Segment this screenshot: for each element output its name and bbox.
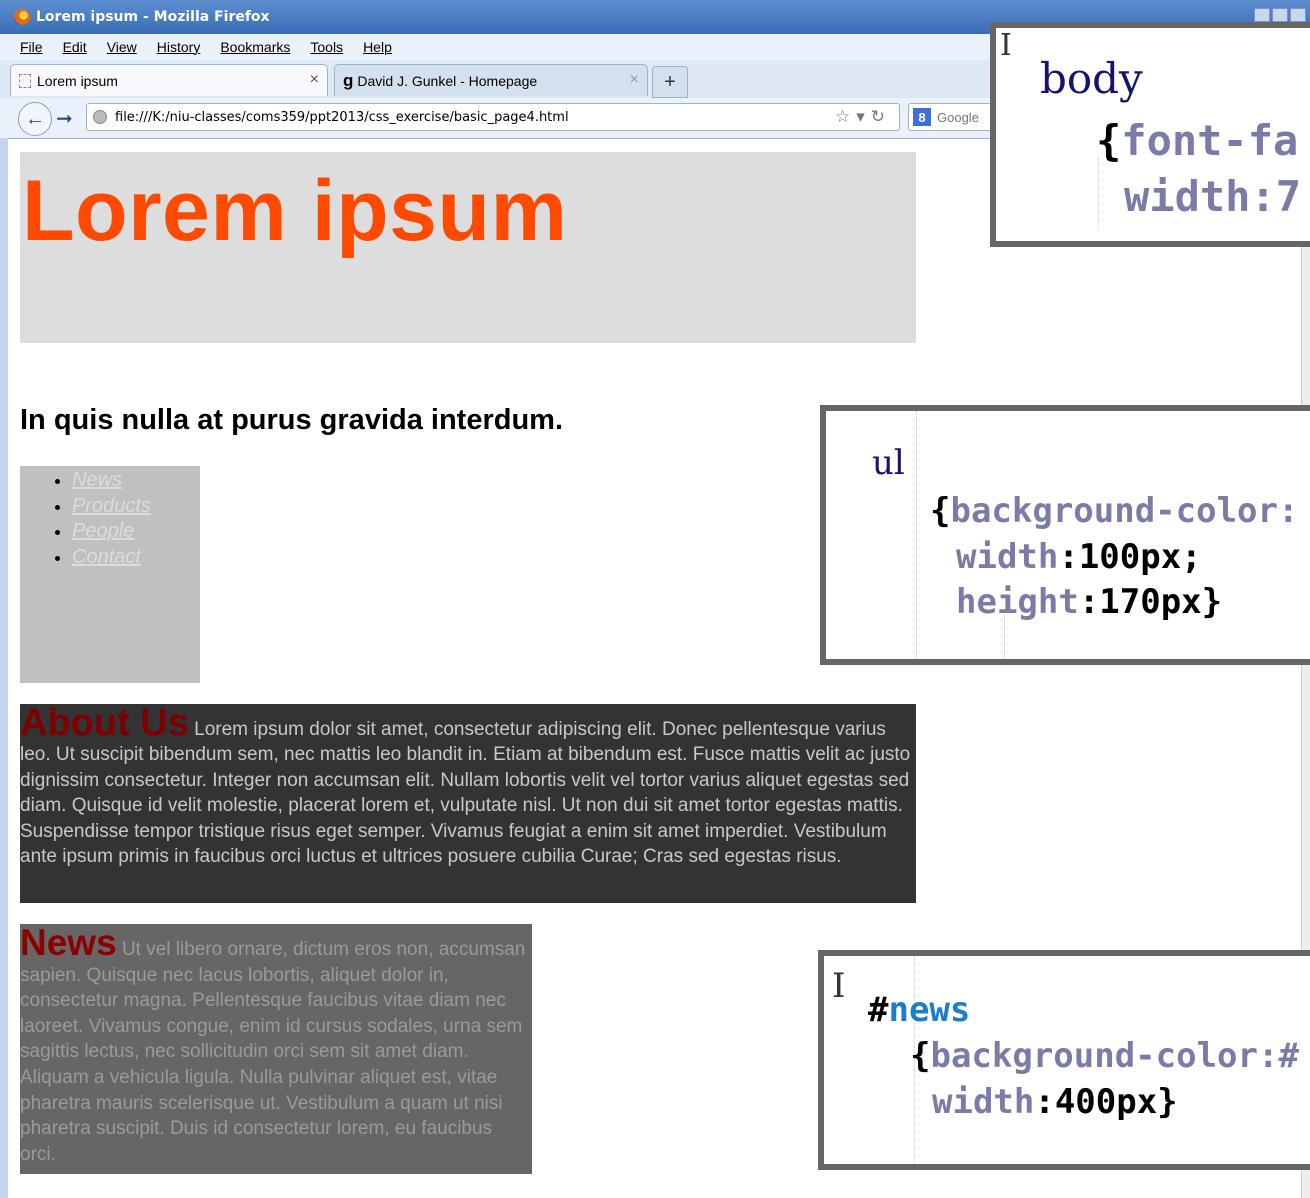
bookmark-star-icon[interactable]: ☆ xyxy=(835,107,856,127)
news-section: News Ut vel libero ornare, dictum eros n… xyxy=(20,924,532,1174)
code-line-1: {background-color:# xyxy=(910,1036,1299,1076)
back-button[interactable]: ← xyxy=(18,102,52,136)
menu-view[interactable]: View xyxy=(107,39,137,55)
maximize-icon[interactable] xyxy=(1272,8,1288,22)
code-value: :400px} xyxy=(1034,1082,1178,1122)
nav-link-people[interactable]: People xyxy=(72,520,134,542)
about-title: About Us xyxy=(20,704,189,744)
code-selector: ul xyxy=(872,443,905,483)
menu-file[interactable]: File xyxy=(20,39,43,55)
code-selector: news xyxy=(888,990,971,1030)
code-line-3: height:170px} xyxy=(956,582,1222,622)
close-tab-icon[interactable]: × xyxy=(310,71,319,89)
code-callout-body: I body {font-fa width:7 xyxy=(990,22,1310,247)
url-text: file:///K:/niu-classes/coms359/ppt2013/c… xyxy=(115,109,569,125)
firefox-logo-icon xyxy=(14,9,30,25)
forward-button[interactable]: ➞ xyxy=(56,106,73,131)
menu-help[interactable]: Help xyxy=(363,39,392,55)
menu-edit[interactable]: Edit xyxy=(63,39,87,55)
tab-gunkel-homepage[interactable]: g David J. Gunkel - Homepage × xyxy=(334,64,648,96)
code-value: :170px} xyxy=(1078,582,1223,622)
window-left-edge xyxy=(0,138,8,1198)
indent-guide xyxy=(1098,158,1099,228)
url-actions: ☆▾↻ xyxy=(835,107,891,127)
code-text: font-fa xyxy=(1121,116,1299,165)
code-selector-line: #news xyxy=(868,990,970,1030)
site-favicon-icon: g xyxy=(343,70,354,90)
code-brace: { xyxy=(930,491,951,531)
code-brace: { xyxy=(1096,116,1122,165)
code-property: height xyxy=(956,582,1079,622)
code-selector: body xyxy=(1040,54,1143,103)
window-controls xyxy=(1254,8,1306,22)
dropdown-arrow-icon[interactable]: ▾ xyxy=(856,107,871,127)
reload-icon[interactable]: ↻ xyxy=(871,107,891,127)
google-search-engine-icon[interactable]: 8 xyxy=(913,108,931,126)
code-line-1: {font-fa xyxy=(1096,116,1298,165)
nav-item-products[interactable]: Products xyxy=(72,494,200,520)
page-header: Lorem ipsum xyxy=(20,152,916,343)
code-line-1: {background-color: xyxy=(930,491,1298,531)
page-title: Lorem ipsum xyxy=(22,163,568,259)
close-window-icon[interactable] xyxy=(1290,8,1306,22)
code-text: background-color:# xyxy=(930,1036,1299,1076)
back-arrow-icon: ← xyxy=(25,107,45,130)
news-text: Ut vel libero ornare, dictum eros non, a… xyxy=(20,939,526,1165)
code-brace: { xyxy=(910,1036,931,1076)
code-line-2: width:100px; xyxy=(956,537,1202,577)
globe-icon xyxy=(93,110,107,124)
menu-bookmarks[interactable]: Bookmarks xyxy=(220,39,290,55)
nav-link-contact[interactable]: Contact xyxy=(72,546,141,568)
nav-item-contact[interactable]: Contact xyxy=(72,545,200,571)
code-hash: # xyxy=(868,990,889,1030)
minimize-icon[interactable] xyxy=(1254,8,1270,22)
code-property: width xyxy=(956,537,1059,577)
news-title: News xyxy=(20,924,117,963)
address-bar[interactable]: file:///K:/niu-classes/coms359/ppt2013/c… xyxy=(86,103,900,131)
page-subheading: In quis nulla at purus gravida interdum. xyxy=(20,404,564,436)
about-section: About Us Lorem ipsum dolor sit amet, con… xyxy=(20,704,916,903)
tab-label: David J. Gunkel - Homepage xyxy=(357,72,538,89)
code-value: :100px; xyxy=(1058,537,1202,577)
code-text: background-color: xyxy=(950,491,1299,531)
menu-history[interactable]: History xyxy=(157,39,201,55)
forward-arrow-icon: ➞ xyxy=(56,108,73,130)
window-title: Lorem ipsum - Mozilla Firefox xyxy=(36,9,270,25)
search-placeholder: Google xyxy=(937,109,979,125)
text-cursor-icon: I xyxy=(1000,28,1012,63)
text-cursor-icon: I xyxy=(832,966,846,1006)
nav-item-people[interactable]: People xyxy=(72,519,200,545)
code-callout-news: I #news {background-color:# width:400px} xyxy=(818,950,1310,1170)
new-tab-button[interactable]: + xyxy=(652,66,688,98)
nav-link-products[interactable]: Products xyxy=(72,495,151,517)
code-callout-ul: ul {background-color: width:100px; heigh… xyxy=(820,405,1310,665)
code-property: width xyxy=(932,1082,1035,1122)
code-line-2: width:400px} xyxy=(932,1082,1178,1122)
tab-lorem-ipsum[interactable]: Lorem ipsum × xyxy=(10,64,328,96)
page-icon xyxy=(19,73,31,88)
nav-link-news[interactable]: News xyxy=(72,469,122,491)
tab-label: Lorem ipsum xyxy=(37,72,118,89)
nav-item-news[interactable]: News xyxy=(72,468,200,494)
indent-guide xyxy=(916,411,917,659)
menu-tools[interactable]: Tools xyxy=(310,39,343,55)
nav-list: News Products People Contact xyxy=(20,466,200,683)
close-tab-icon[interactable]: × xyxy=(630,71,639,89)
code-line-2: width:7 xyxy=(1124,172,1302,221)
